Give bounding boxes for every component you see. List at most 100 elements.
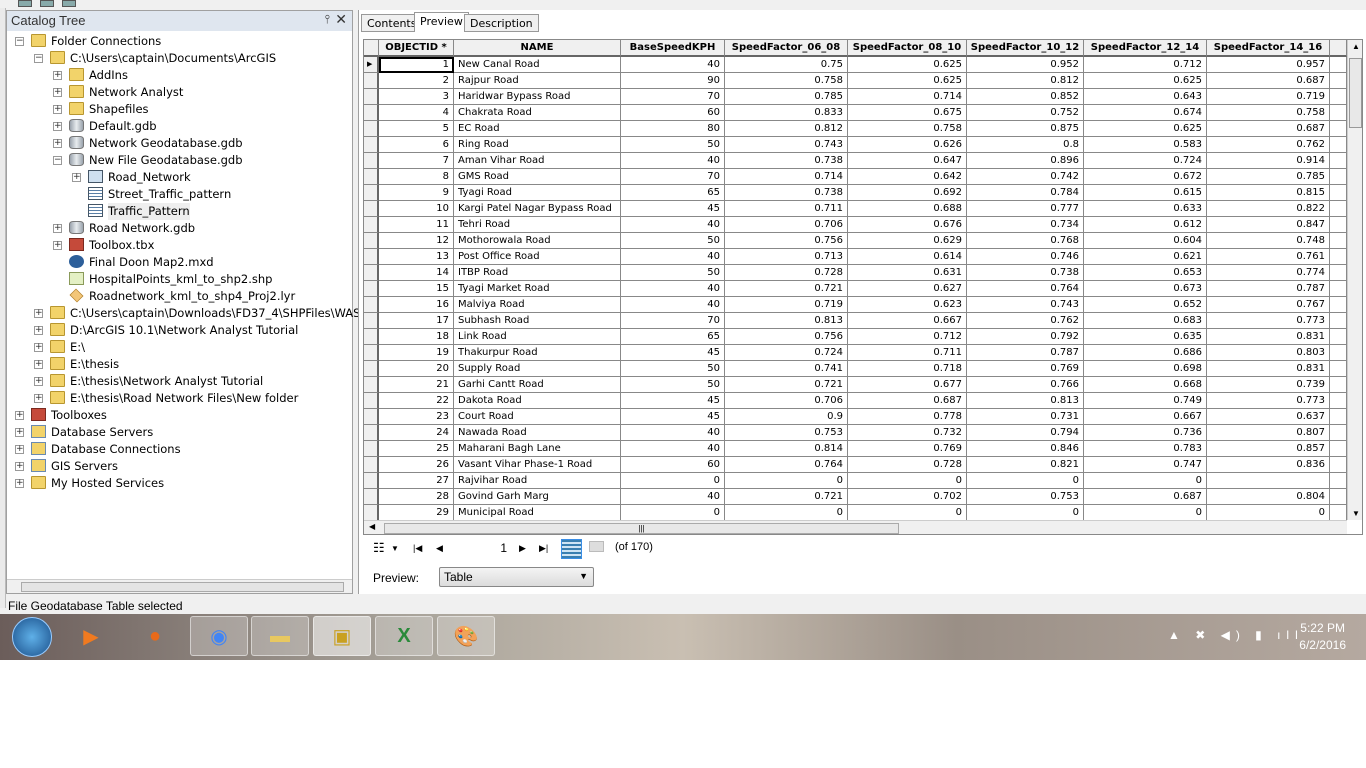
table-cell[interactable]: 10 [379,201,454,217]
table-cell[interactable]: 0.756 [725,329,848,345]
tab-description[interactable]: Description [464,14,539,32]
table-cell[interactable]: 0.875 [967,121,1084,137]
table-cell[interactable]: 24 [379,425,454,441]
table-cell[interactable]: 0.714 [725,169,848,185]
table-cell[interactable]: Haridwar Bypass Road [454,89,621,105]
row-selector[interactable] [364,393,379,409]
tree-item[interactable]: + Database Connections [7,441,352,458]
table-cell[interactable]: 0.625 [848,73,967,89]
table-cell[interactable]: 0.734 [967,217,1084,233]
table-cell[interactable]: 0.769 [967,361,1084,377]
table-cell[interactable]: 0 [725,505,848,521]
table-cell[interactable]: 0 [621,473,725,489]
table-cell[interactable]: 0 [1207,505,1330,521]
table-cell[interactable]: 5 [379,121,454,137]
table-cell[interactable]: 0.836 [1207,457,1330,473]
table-cell[interactable]: 0.764 [967,281,1084,297]
row-selector[interactable] [364,313,379,329]
table-cell[interactable]: 0.711 [848,345,967,361]
tab-preview[interactable]: Preview [414,12,469,32]
tree-item[interactable]: + Toolboxes [7,407,352,424]
table-cell[interactable]: 0.604 [1084,233,1207,249]
table-cell[interactable]: 0.815 [1207,185,1330,201]
table-cell[interactable]: 0.831 [1207,329,1330,345]
preview-type-select[interactable]: Table ▼ [439,567,594,587]
table-cell[interactable]: 14 [379,265,454,281]
table-cell[interactable]: 45 [621,345,725,361]
toolbar-icon[interactable] [62,0,76,7]
table-cell[interactable]: 0.736 [1084,425,1207,441]
table-cell[interactable]: 0.785 [725,89,848,105]
table-cell[interactable]: 0.749 [1084,393,1207,409]
table-cell[interactable]: 80 [621,121,725,137]
tree-item[interactable]: + Road_Network [7,169,352,186]
tree-item[interactable]: + Default.gdb [7,118,352,135]
column-header[interactable]: SpeedFactor_14_16 [1207,40,1330,57]
table-cell[interactable]: 0.783 [1084,441,1207,457]
expand-icon[interactable]: + [53,88,62,97]
expand-icon[interactable]: + [15,479,24,488]
table-cell[interactable]: 0.677 [848,377,967,393]
collapse-icon[interactable]: − [15,37,24,46]
expand-icon[interactable]: + [15,428,24,437]
scroll-thumb[interactable] [21,582,344,592]
table-cell[interactable]: 50 [621,233,725,249]
expand-icon[interactable]: + [53,122,62,131]
table-cell[interactable]: 16 [379,297,454,313]
table-cell[interactable]: 0.652 [1084,297,1207,313]
table-cell[interactable]: 3 [379,89,454,105]
table-cell[interactable]: Vasant Vihar Phase-1 Road [454,457,621,473]
table-cell[interactable]: 0.822 [1207,201,1330,217]
table-cell[interactable]: 0.742 [967,169,1084,185]
table-cell[interactable]: 40 [621,57,725,73]
table-cell[interactable]: 0.833 [725,105,848,121]
table-cell[interactable]: 40 [621,217,725,233]
table-cell[interactable]: 45 [621,409,725,425]
tree-item[interactable]: + My Hosted Services [7,475,352,492]
table-cell[interactable]: 50 [621,377,725,393]
table-cell[interactable]: 0.625 [1084,121,1207,137]
table-cell[interactable]: 0.583 [1084,137,1207,153]
table-cell[interactable]: 27 [379,473,454,489]
expand-icon[interactable]: + [15,411,24,420]
table-cell[interactable]: 0.687 [1084,489,1207,505]
table-cell[interactable]: 0.896 [967,153,1084,169]
first-record-button[interactable]: |◀ [413,543,422,554]
tree-item[interactable]: + E:\thesis\Network Analyst Tutorial [7,373,352,390]
table-cell[interactable]: 0.774 [1207,265,1330,281]
table-cell[interactable]: 70 [621,313,725,329]
taskbar-paint[interactable]: 🎨 [437,616,495,656]
table-cell[interactable]: 60 [621,105,725,121]
table-cell[interactable]: ITBP Road [454,265,621,281]
table-cell[interactable]: 0.952 [967,57,1084,73]
row-selector[interactable] [364,281,379,297]
table-cell[interactable]: 0.768 [967,233,1084,249]
row-selector[interactable] [364,249,379,265]
row-selector[interactable] [364,345,379,361]
table-cell[interactable]: 0.631 [848,265,967,281]
table-cell[interactable]: 0.752 [967,105,1084,121]
table-cell[interactable]: 29 [379,505,454,521]
table-cell[interactable]: 0.692 [848,185,967,201]
table-cell[interactable]: 0.686 [1084,345,1207,361]
table-cell[interactable]: 0.687 [1207,121,1330,137]
tree-item[interactable]: Street_Traffic_pattern [7,186,352,203]
expand-icon[interactable]: + [15,445,24,454]
table-cell[interactable]: 0 [967,505,1084,521]
tree-item[interactable]: + Toolbox.tbx [7,237,352,254]
table-cell[interactable]: 0.706 [725,217,848,233]
row-selector[interactable] [364,121,379,137]
table-cell[interactable]: 0.732 [848,425,967,441]
table-cell[interactable]: 0.728 [725,265,848,281]
table-cell[interactable]: Municipal Road [454,505,621,521]
table-cell[interactable]: 70 [621,89,725,105]
table-cell[interactable]: Malviya Road [454,297,621,313]
table-cell[interactable]: 0.676 [848,217,967,233]
table-cell[interactable]: 0 [1084,473,1207,489]
tree-item[interactable]: + Shapefiles [7,101,352,118]
table-cell[interactable]: 0.668 [1084,377,1207,393]
table-cell[interactable]: 6 [379,137,454,153]
table-cell[interactable]: 0.743 [725,137,848,153]
table-cell[interactable]: Nawada Road [454,425,621,441]
table-cell[interactable]: 0.813 [967,393,1084,409]
